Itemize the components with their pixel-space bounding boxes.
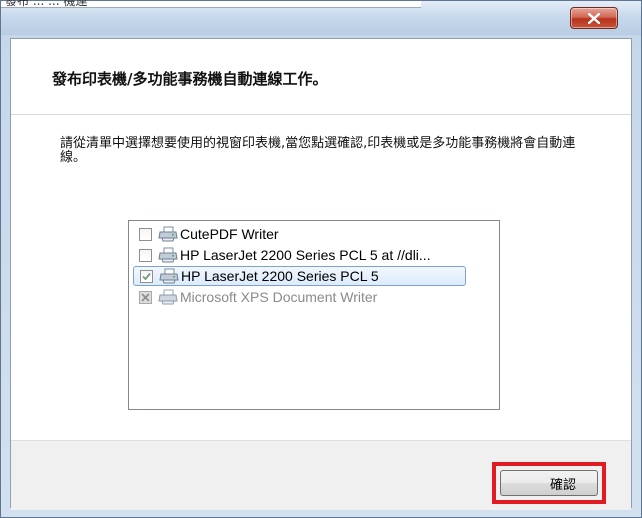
close-button[interactable] — [570, 7, 618, 29]
printer-checkbox-disabled — [139, 290, 152, 304]
window-title: 發布 ... ... 機連 — [5, 0, 88, 8]
disabled-check-icon — [141, 292, 150, 302]
header-band: 發布印表機/多功能事務機自動連線工作。 — [11, 39, 631, 115]
printer-checkbox[interactable] — [139, 227, 152, 241]
printer-row-cutepdf[interactable]: CutePDF Writer — [133, 224, 466, 244]
title-bar[interactable]: 發布 ... ... 機連 — [1, 0, 641, 35]
printer-label: Microsoft XPS Document Writer — [180, 289, 378, 305]
dialog-content: 發布印表機/多功能事務機自動連線工作。 請從清單中選擇想要使用的視窗印表機,當您… — [10, 38, 632, 510]
printer-list[interactable]: CutePDF Writer HP LaserJet 2200 Series P… — [128, 220, 500, 410]
printer-checkbox[interactable] — [139, 248, 152, 262]
ok-button-highlight: 確認 — [492, 462, 606, 504]
close-icon — [588, 12, 600, 24]
dialog-window: 發布 ... ... 機連 發布印表機/多功能事務機自動連線工作。 請從清單中選… — [0, 0, 642, 518]
printer-row-xps: Microsoft XPS Document Writer — [133, 287, 466, 307]
printer-icon — [159, 268, 179, 284]
printer-label: CutePDF Writer — [180, 226, 279, 242]
printer-label: HP LaserJet 2200 Series PCL 5 at //dli..… — [180, 247, 431, 263]
page-title: 發布印表機/多功能事務機自動連線工作。 — [52, 70, 328, 88]
ok-button[interactable]: 確認 — [500, 470, 598, 496]
printer-row-hp-network[interactable]: HP LaserJet 2200 Series PCL 5 at //dli..… — [133, 245, 466, 265]
instructions-text: 請從清單中選擇想要使用的視窗印表機,當您點選確認,印表機或是多功能事務機將會自動… — [60, 136, 576, 165]
checkmark-icon — [142, 272, 151, 280]
printer-icon — [158, 289, 178, 305]
printer-row-hp-local[interactable]: HP LaserJet 2200 Series PCL 5 — [133, 266, 466, 286]
dialog-footer: 確認 — [11, 440, 631, 510]
printer-label: HP LaserJet 2200 Series PCL 5 — [181, 268, 379, 284]
printer-icon — [158, 226, 178, 242]
title-bar-cropped-text-area: 發布 ... ... 機連 — [1, 0, 421, 8]
printer-checkbox-checked[interactable] — [140, 269, 153, 283]
printer-icon — [158, 247, 178, 263]
